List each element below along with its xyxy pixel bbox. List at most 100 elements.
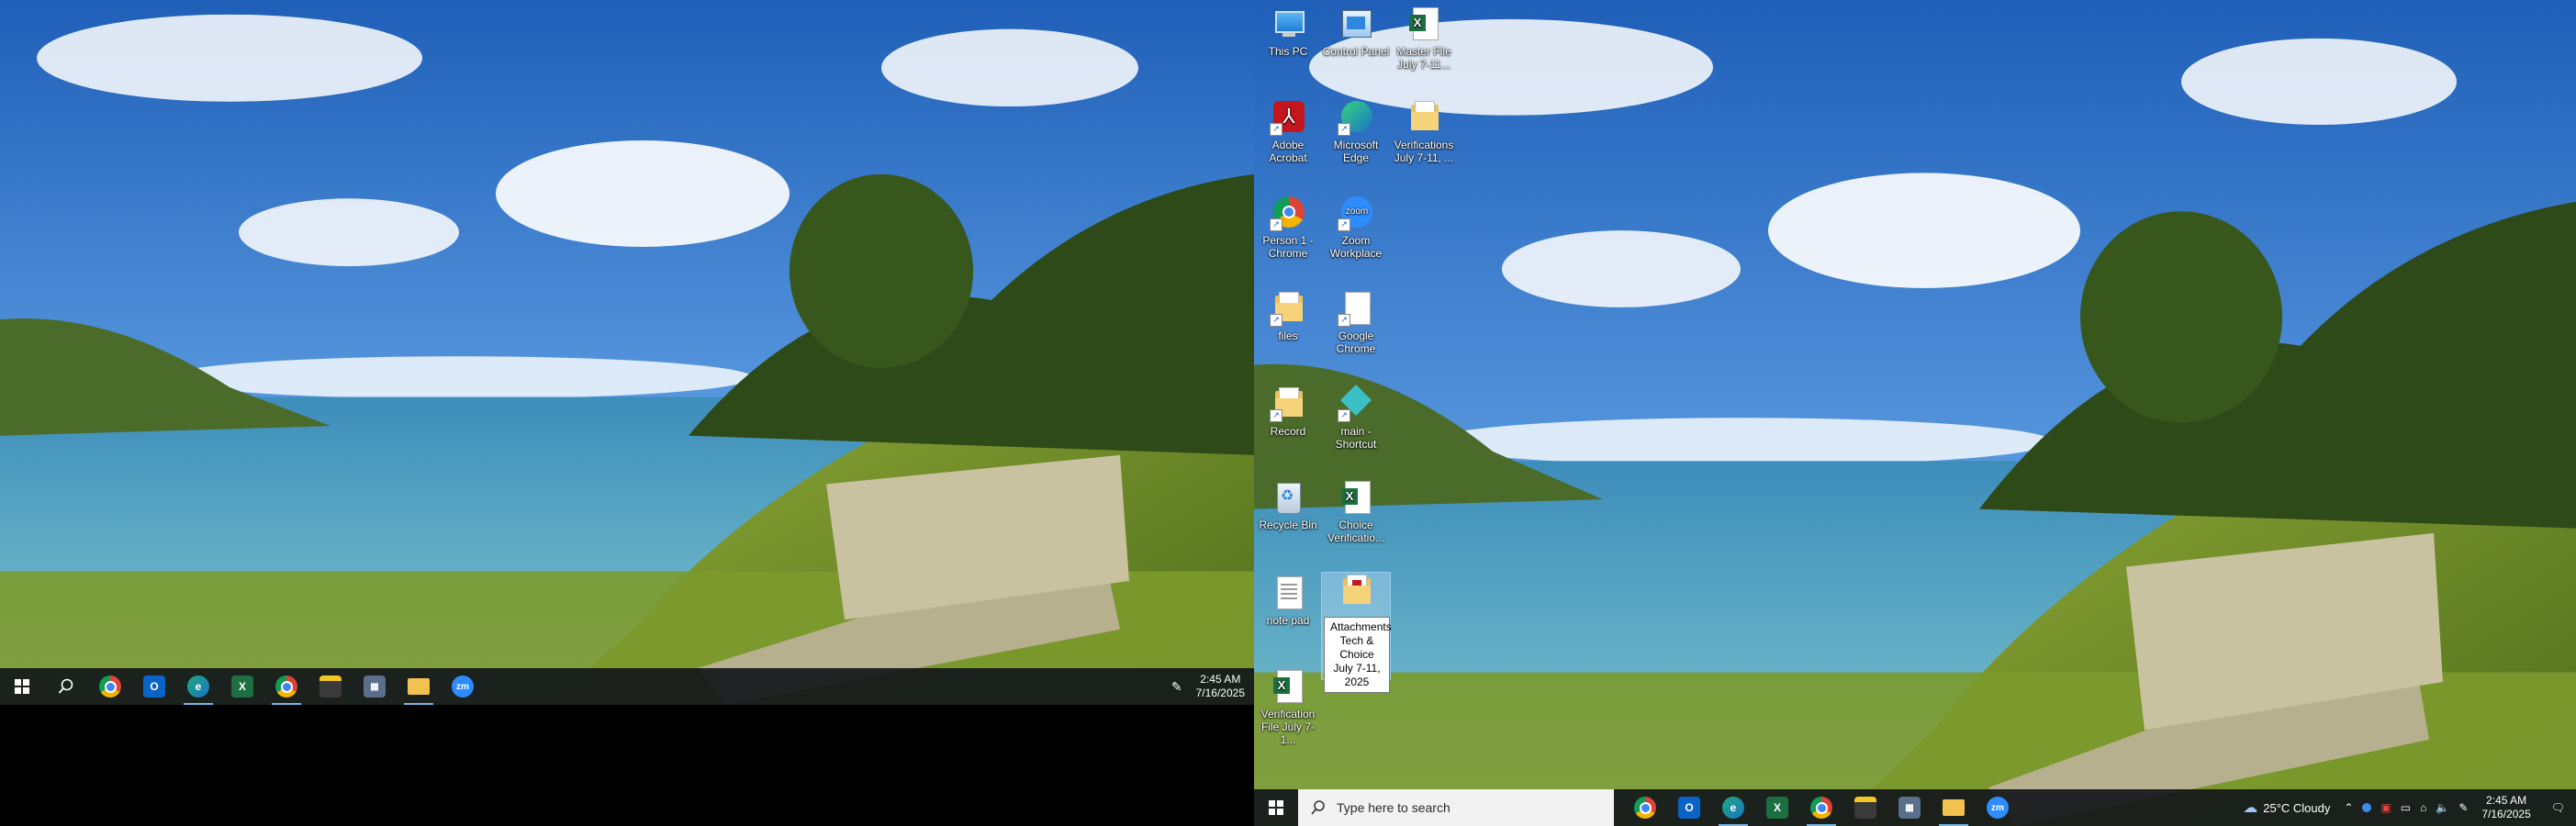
left-monitor: O e X ▦ zm ✎ 2:45 AM 7/16/2025 xyxy=(0,0,1254,705)
sticky-notes-icon xyxy=(319,675,342,698)
clock-left[interactable]: 2:45 AM 7/16/2025 xyxy=(1187,673,1254,700)
taskbar-app-chrome-person[interactable] xyxy=(1799,789,1843,826)
desktop-icon-label: Microsoft Edge xyxy=(1333,139,1379,164)
taskbar-app-edge[interactable]: e xyxy=(1711,789,1755,826)
chrome-profile-icon xyxy=(275,675,297,698)
taskbar-app-chrome-person[interactable] xyxy=(264,668,308,705)
desktop-icon-label: Master File July 7-11... xyxy=(1396,45,1451,71)
taskbar-app-outlook[interactable]: O xyxy=(1667,789,1711,826)
desktop-icon-label: Control Panel xyxy=(1322,45,1390,58)
pen-icon[interactable]: ✎ xyxy=(1167,679,1187,695)
display-icon[interactable]: ▭ xyxy=(2396,801,2415,814)
calculator-icon: ▦ xyxy=(364,675,386,698)
search-input[interactable]: Type here to search xyxy=(1298,789,1614,826)
zoom-icon: zm xyxy=(452,675,474,698)
sticky-notes-icon xyxy=(1854,797,1876,819)
taskbar-app-calculator[interactable]: ▦ xyxy=(353,668,397,705)
desktop-icon-label: Google Chrome xyxy=(1336,329,1376,355)
windows-icon xyxy=(15,679,29,694)
edge-icon: e xyxy=(187,675,209,698)
zoom-icon: zoom ↗ xyxy=(1338,195,1374,231)
desktop-icon-label: Choice Verificatio... xyxy=(1327,519,1385,544)
search-icon xyxy=(1311,800,1325,815)
taskbar-app-file-explorer[interactable] xyxy=(1932,789,1976,826)
desktop-icon-label: This PC xyxy=(1268,45,1308,58)
chrome-icon xyxy=(1634,797,1656,819)
desktop-icon-microsoft-edge[interactable]: ↗ Microsoft Edge xyxy=(1322,99,1390,164)
desktop-icon-zoom[interactable]: zoom ↗ Zoom Workplace xyxy=(1322,195,1390,260)
taskbar-right: Type here to search O e X ▦ zm ☁ 25°C Cl… xyxy=(1254,789,2576,826)
pen-icon[interactable]: ✎ xyxy=(2454,801,2472,814)
taskbar-app-edge[interactable]: e xyxy=(176,668,220,705)
blank-file-icon: ↗ xyxy=(1338,290,1374,327)
desktop-icon-this-pc[interactable]: This PC xyxy=(1254,6,1322,58)
weather-text: 25°C Cloudy xyxy=(2263,800,2331,815)
chrome-profile-icon xyxy=(1810,797,1832,819)
clock-time: 2:45 AM xyxy=(2486,794,2527,807)
excel-icon: X xyxy=(231,675,253,698)
desktop-icon-attachments-folder[interactable]: Attachments Tech & Choice July 7-11, 202… xyxy=(1321,572,1392,693)
start-button[interactable] xyxy=(0,668,44,705)
right-monitor: This PC Control Panel X Master File July… xyxy=(1254,0,2576,826)
desktop-icon-master-file[interactable]: X Master File July 7-11... xyxy=(1390,6,1458,71)
taskbar-app-file-explorer[interactable] xyxy=(397,668,441,705)
desktop-icon-choice-verification[interactable]: X Choice Verificatio... xyxy=(1322,479,1390,544)
desktop-icon-files-folder[interactable]: ↗ files xyxy=(1254,290,1322,342)
folder-icon xyxy=(1943,799,1965,816)
no-display-area xyxy=(0,705,1254,826)
taskbar-app-sticky-notes[interactable] xyxy=(1843,789,1887,826)
desktop-icon-label: Verifications July 7-11, ... xyxy=(1394,139,1454,164)
desktop-icon-label: Zoom Workplace xyxy=(1329,234,1383,260)
desktop-icon-person1-chrome[interactable]: ↗ Person 1 - Chrome xyxy=(1254,195,1322,260)
network-icon[interactable]: ⌂ xyxy=(2415,801,2431,814)
desktop-icon-main-shortcut[interactable]: ↗ main - Shortcut xyxy=(1322,385,1390,451)
chrome-icon xyxy=(99,675,121,698)
desktop-icon-label: Adobe Acrobat xyxy=(1269,139,1307,164)
camera-icon[interactable]: ▣ xyxy=(2376,801,2395,814)
system-tray-left: ✎ 2:45 AM 7/16/2025 xyxy=(1167,668,1254,705)
desktop-icon-label: note pad xyxy=(1266,614,1310,627)
recycle-bin-icon: ♻ xyxy=(1270,479,1306,516)
folder-icon xyxy=(1406,99,1442,136)
pc-icon xyxy=(1270,6,1306,42)
taskbar-app-calculator[interactable]: ▦ xyxy=(1887,789,1932,826)
desktop-icon-recycle-bin[interactable]: ♻ Recycle Bin xyxy=(1254,479,1322,531)
folder-icon xyxy=(1338,573,1374,609)
excel-icon: X xyxy=(1766,797,1788,819)
desktop-icon-google-chrome[interactable]: ↗ Google Chrome xyxy=(1322,290,1390,355)
weather-widget[interactable]: ☁ 25°C Cloudy xyxy=(2234,798,2339,817)
taskbar-app-chrome[interactable] xyxy=(88,668,132,705)
clock-date: 7/16/2025 xyxy=(1195,686,1245,699)
icon-label-tooltip: Attachments Tech & Choice July 7-11, 202… xyxy=(1324,617,1392,693)
taskbar-app-excel[interactable]: X xyxy=(1755,789,1799,826)
notification-icon[interactable]: 🗨 xyxy=(2540,801,2576,814)
desktop-icon-note-pad[interactable]: note pad xyxy=(1254,575,1322,627)
taskbar-app-chrome[interactable] xyxy=(1623,789,1667,826)
start-button[interactable] xyxy=(1254,789,1298,826)
clock-right[interactable]: 2:45 AM 7/16/2025 xyxy=(2472,794,2539,821)
desktop-icon-verifications-folder[interactable]: Verifications July 7-11, ... xyxy=(1390,99,1458,164)
network-status-icon[interactable] xyxy=(2358,803,2376,812)
taskbar-app-outlook[interactable]: O xyxy=(132,668,176,705)
search-button[interactable] xyxy=(44,668,88,705)
windows-icon xyxy=(1269,800,1283,815)
desktop-icon-verification-file[interactable]: X Verification File July 7-1... xyxy=(1254,668,1322,746)
calculator-icon: ▦ xyxy=(1898,797,1921,819)
chrome-icon: ↗ xyxy=(1270,195,1306,231)
desktop-icon-record-folder[interactable]: ↗ Record xyxy=(1254,385,1322,438)
taskbar-app-zoom[interactable]: zm xyxy=(441,668,485,705)
system-tray-right: ☁ 25°C Cloudy ⌃ ▣ ▭ ⌂ 🔈 ✎ 2:45 AM 7/16/2… xyxy=(2234,789,2576,826)
volume-icon[interactable]: 🔈 xyxy=(2431,801,2454,814)
taskbar-app-sticky-notes[interactable] xyxy=(308,668,353,705)
taskbar-app-excel[interactable]: X xyxy=(220,668,264,705)
chevron-up-icon[interactable]: ⌃ xyxy=(2339,801,2358,814)
control-panel-icon xyxy=(1338,6,1374,42)
desktop-icon-control-panel[interactable]: Control Panel xyxy=(1322,6,1390,58)
folder-icon: ↗ xyxy=(1270,385,1306,422)
desktop-icon-label: Record xyxy=(1270,425,1306,438)
desktop-icon-adobe-acrobat[interactable]: ⅄ ↗ Adobe Acrobat xyxy=(1254,99,1322,164)
taskbar-app-zoom[interactable]: zm xyxy=(1976,789,2020,826)
edge-icon: e xyxy=(1722,797,1744,819)
excel-file-icon: X xyxy=(1270,668,1306,705)
outlook-icon: O xyxy=(143,675,165,698)
